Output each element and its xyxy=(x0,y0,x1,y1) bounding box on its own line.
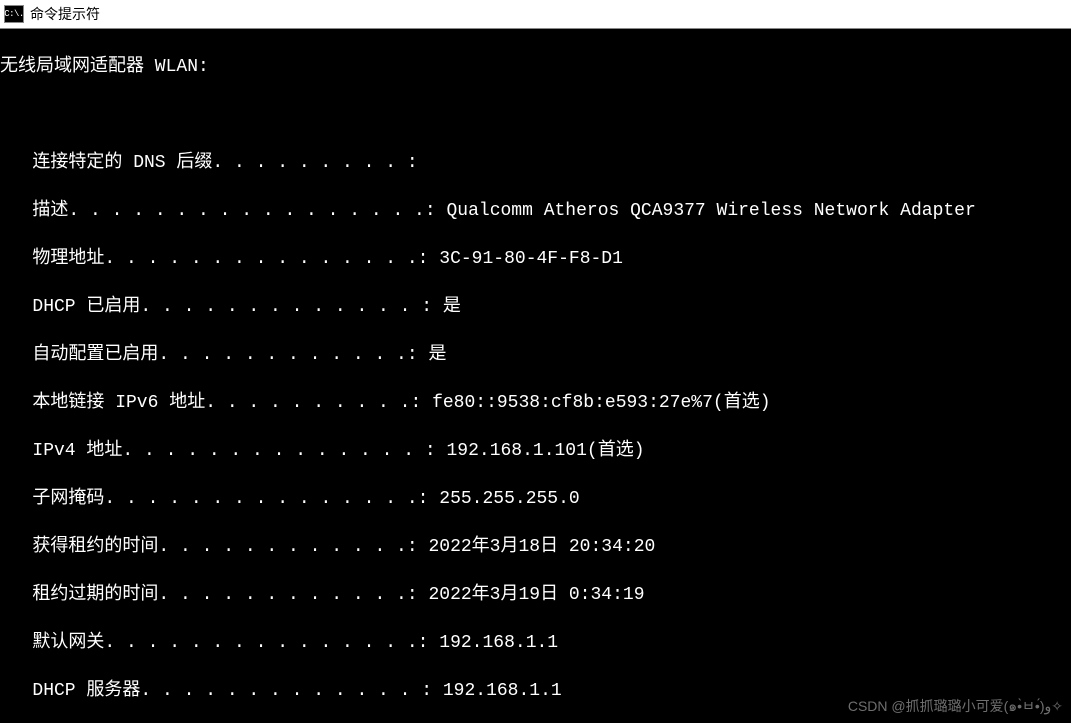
wlan-description-row: 描述. . . . . . . . . . . . . . . . .: Qua… xyxy=(0,199,1071,223)
wlan-physical-row: 物理地址. . . . . . . . . . . . . . .: 3C-91… xyxy=(0,247,1071,271)
wlan-lease-expires-row: 租约过期的时间. . . . . . . . . . . .: 2022年3月1… xyxy=(0,583,1071,607)
wlan-autoconf-row: 自动配置已启用. . . . . . . . . . . .: 是 xyxy=(0,343,1071,367)
csdn-watermark: CSDN @抓抓璐璐小可爱(๑•̀ㅂ•́)و✧ xyxy=(848,694,1063,718)
wlan-gateway-row: 默认网关. . . . . . . . . . . . . . .: 192.1… xyxy=(0,631,1071,655)
wlan-linklocal-ipv6-row: 本地链接 IPv6 地址. . . . . . . . . .: fe80::9… xyxy=(0,391,1071,415)
window-title: 命令提示符 xyxy=(30,4,100,24)
terminal-output[interactable]: 无线局域网适配器 WLAN: 连接特定的 DNS 后缀. . . . . . .… xyxy=(0,29,1071,723)
cmd-icon: C:\. xyxy=(4,5,24,23)
wlan-dns-suffix-row: 连接特定的 DNS 后缀. . . . . . . . . : xyxy=(0,151,1071,175)
wlan-lease-obtained-row: 获得租约的时间. . . . . . . . . . . .: 2022年3月1… xyxy=(0,535,1071,559)
wlan-dhcp-enabled-row: DHCP 已启用. . . . . . . . . . . . . : 是 xyxy=(0,295,1071,319)
window-titlebar[interactable]: C:\. 命令提示符 xyxy=(0,0,1071,29)
wlan-header: 无线局域网适配器 WLAN: xyxy=(0,55,209,79)
wlan-subnet-row: 子网掩码. . . . . . . . . . . . . . .: 255.2… xyxy=(0,487,1071,511)
wlan-ipv4-row: IPv4 地址. . . . . . . . . . . . . . : 192… xyxy=(0,439,1071,463)
